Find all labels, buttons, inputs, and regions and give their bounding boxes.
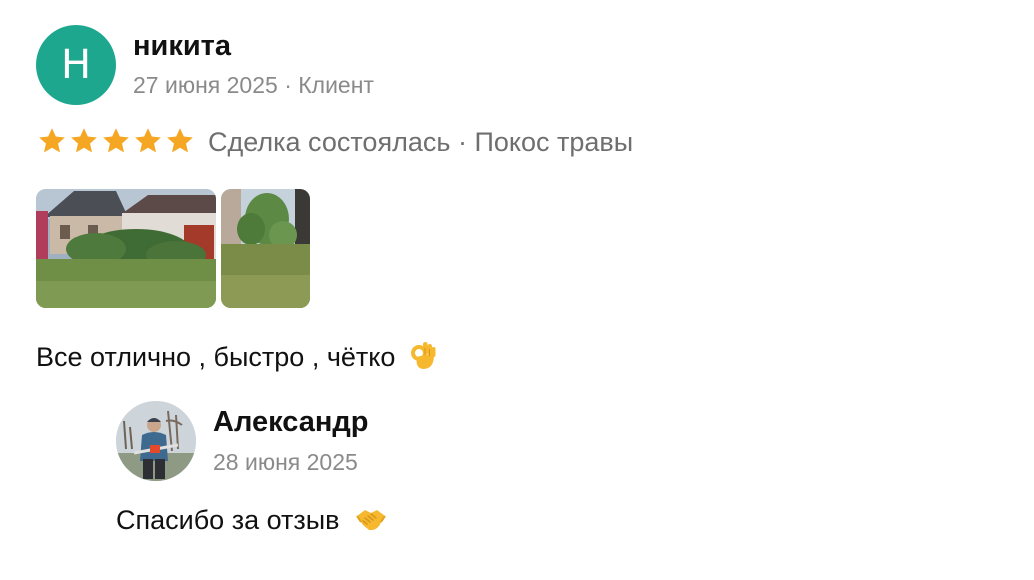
star-icon	[103, 128, 129, 153]
lawn-photo	[36, 189, 216, 308]
deal-status: Сделка состоялась	[208, 127, 451, 157]
handshake-icon	[356, 510, 386, 531]
reply-body: Спасибо за отзыв	[116, 505, 340, 535]
person-photo	[116, 401, 196, 481]
garden-photo	[221, 189, 310, 308]
deal-info: Сделка состоялась · Покос травы	[208, 127, 633, 158]
star-icon	[39, 128, 65, 153]
meta-separator: ·	[284, 72, 292, 98]
avatar-initial: Н	[60, 42, 92, 88]
review-photo-2[interactable]	[221, 189, 310, 308]
author-avatar[interactable]: Н	[36, 25, 116, 105]
service-name: Покос травы	[474, 127, 634, 157]
star-icon	[71, 128, 97, 153]
reply-text: Спасибо за отзыв	[116, 505, 387, 536]
review-body: Все отлично , быстро , чётко	[36, 342, 396, 372]
author-role: Клиент	[298, 72, 374, 98]
rating-stars	[37, 126, 195, 156]
star-icon	[135, 128, 161, 153]
ok-hand-icon	[410, 342, 436, 369]
reply-author-name[interactable]: Александр	[213, 406, 369, 439]
review-text: Все отлично , быстро , чётко	[36, 340, 437, 373]
review-photo-1[interactable]	[36, 189, 216, 308]
author-name[interactable]: никита	[133, 30, 231, 63]
review-date: 27 июня 2025	[133, 72, 278, 98]
reply-date: 28 июня 2025	[213, 449, 358, 475]
star-icon	[167, 128, 193, 153]
review-meta: 27 июня 2025 · Клиент	[133, 72, 374, 99]
reply-author-avatar[interactable]	[116, 401, 196, 481]
deal-separator: ·	[457, 127, 467, 157]
